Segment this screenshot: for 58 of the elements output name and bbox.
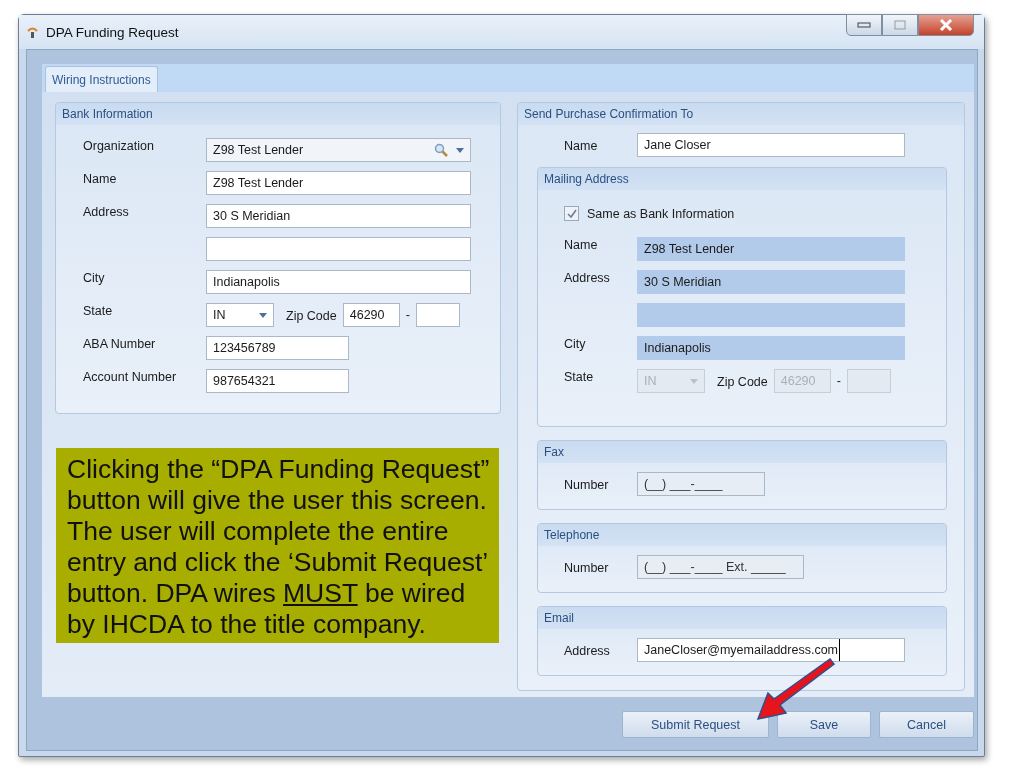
group-title: Fax bbox=[544, 445, 565, 459]
close-icon bbox=[939, 19, 953, 31]
text-field[interactable] bbox=[206, 237, 471, 261]
field-label: State bbox=[564, 369, 595, 384]
text-field[interactable]: 30 S Meridian bbox=[206, 204, 471, 228]
field-label: City bbox=[83, 270, 106, 285]
action-button[interactable]: Submit Request bbox=[622, 711, 769, 738]
close-button[interactable] bbox=[918, 14, 974, 36]
text-field[interactable]: Indianapolis bbox=[206, 270, 471, 294]
text-field[interactable]: Jane Closer bbox=[637, 133, 905, 157]
zip-suffix-field[interactable] bbox=[415, 303, 460, 327]
lookup-field[interactable]: Z98 Test Lender bbox=[206, 138, 471, 162]
group-title: Email bbox=[544, 611, 575, 625]
field-label: Address bbox=[83, 204, 130, 219]
text-field[interactable]: (__) ___-____ bbox=[637, 472, 765, 496]
dropdown-caret-icon[interactable] bbox=[259, 312, 267, 318]
state-dropdown[interactable]: IN bbox=[206, 303, 274, 327]
checkbox[interactable] bbox=[564, 206, 579, 221]
field-label: ABA Number bbox=[83, 336, 157, 351]
field-label: City bbox=[564, 336, 587, 351]
text-field[interactable]: (__) ___-____ Ext. _____ bbox=[637, 555, 804, 579]
group-title: Telephone bbox=[544, 528, 600, 542]
field-label: Number bbox=[564, 476, 610, 492]
dash-separator: - bbox=[836, 374, 841, 388]
group-title: Send Purchase Confirmation To bbox=[524, 107, 694, 121]
field-label: Name bbox=[564, 237, 599, 252]
field-label: Organization bbox=[83, 138, 155, 153]
field-label: Zip Code bbox=[286, 307, 337, 323]
action-button[interactable]: Save bbox=[777, 711, 871, 738]
maximize-icon bbox=[894, 20, 906, 30]
text-field[interactable]: JaneCloser@myemailaddress.com bbox=[637, 638, 905, 662]
field-label: Account Number bbox=[83, 369, 178, 384]
zip-field[interactable]: 46290 bbox=[342, 303, 400, 327]
tab[interactable]: Wiring Instructions bbox=[45, 66, 158, 92]
checkbox-label: Same as Bank Information bbox=[587, 206, 735, 221]
minimize-button[interactable] bbox=[846, 14, 882, 36]
field-label: State bbox=[83, 303, 114, 318]
group-title: Mailing Address bbox=[544, 172, 629, 186]
callout-note: Clicking the “DPA Funding Request” button will give the user this screen. The user will complete the entire entry and click the ‘Submit Request’ button. DPA wires MUST be wired by IHCDA to the title company. bbox=[56, 448, 499, 643]
zip-suffix-field[interactable] bbox=[846, 369, 891, 393]
field-label: Address bbox=[564, 642, 611, 658]
text-field[interactable]: 987654321 bbox=[206, 369, 349, 393]
dash-separator: - bbox=[405, 308, 410, 322]
group-title: Bank Information bbox=[62, 107, 153, 121]
app-icon bbox=[27, 26, 38, 38]
window-title: DPA Funding Request bbox=[46, 24, 179, 40]
field-label: Name bbox=[83, 171, 118, 186]
action-button[interactable]: Cancel bbox=[879, 711, 974, 738]
maximize-button[interactable] bbox=[882, 14, 918, 36]
field-label: Address bbox=[564, 270, 611, 285]
search-icon[interactable] bbox=[434, 143, 448, 157]
text-field[interactable]: Z98 Test Lender bbox=[206, 171, 471, 195]
field-label: Name bbox=[564, 137, 599, 153]
field-label: Number bbox=[564, 559, 610, 575]
text-field[interactable]: 123456789 bbox=[206, 336, 349, 360]
minimize-icon bbox=[857, 22, 871, 28]
field-label: Zip Code bbox=[717, 373, 768, 389]
dropdown-caret-icon[interactable] bbox=[456, 147, 464, 153]
